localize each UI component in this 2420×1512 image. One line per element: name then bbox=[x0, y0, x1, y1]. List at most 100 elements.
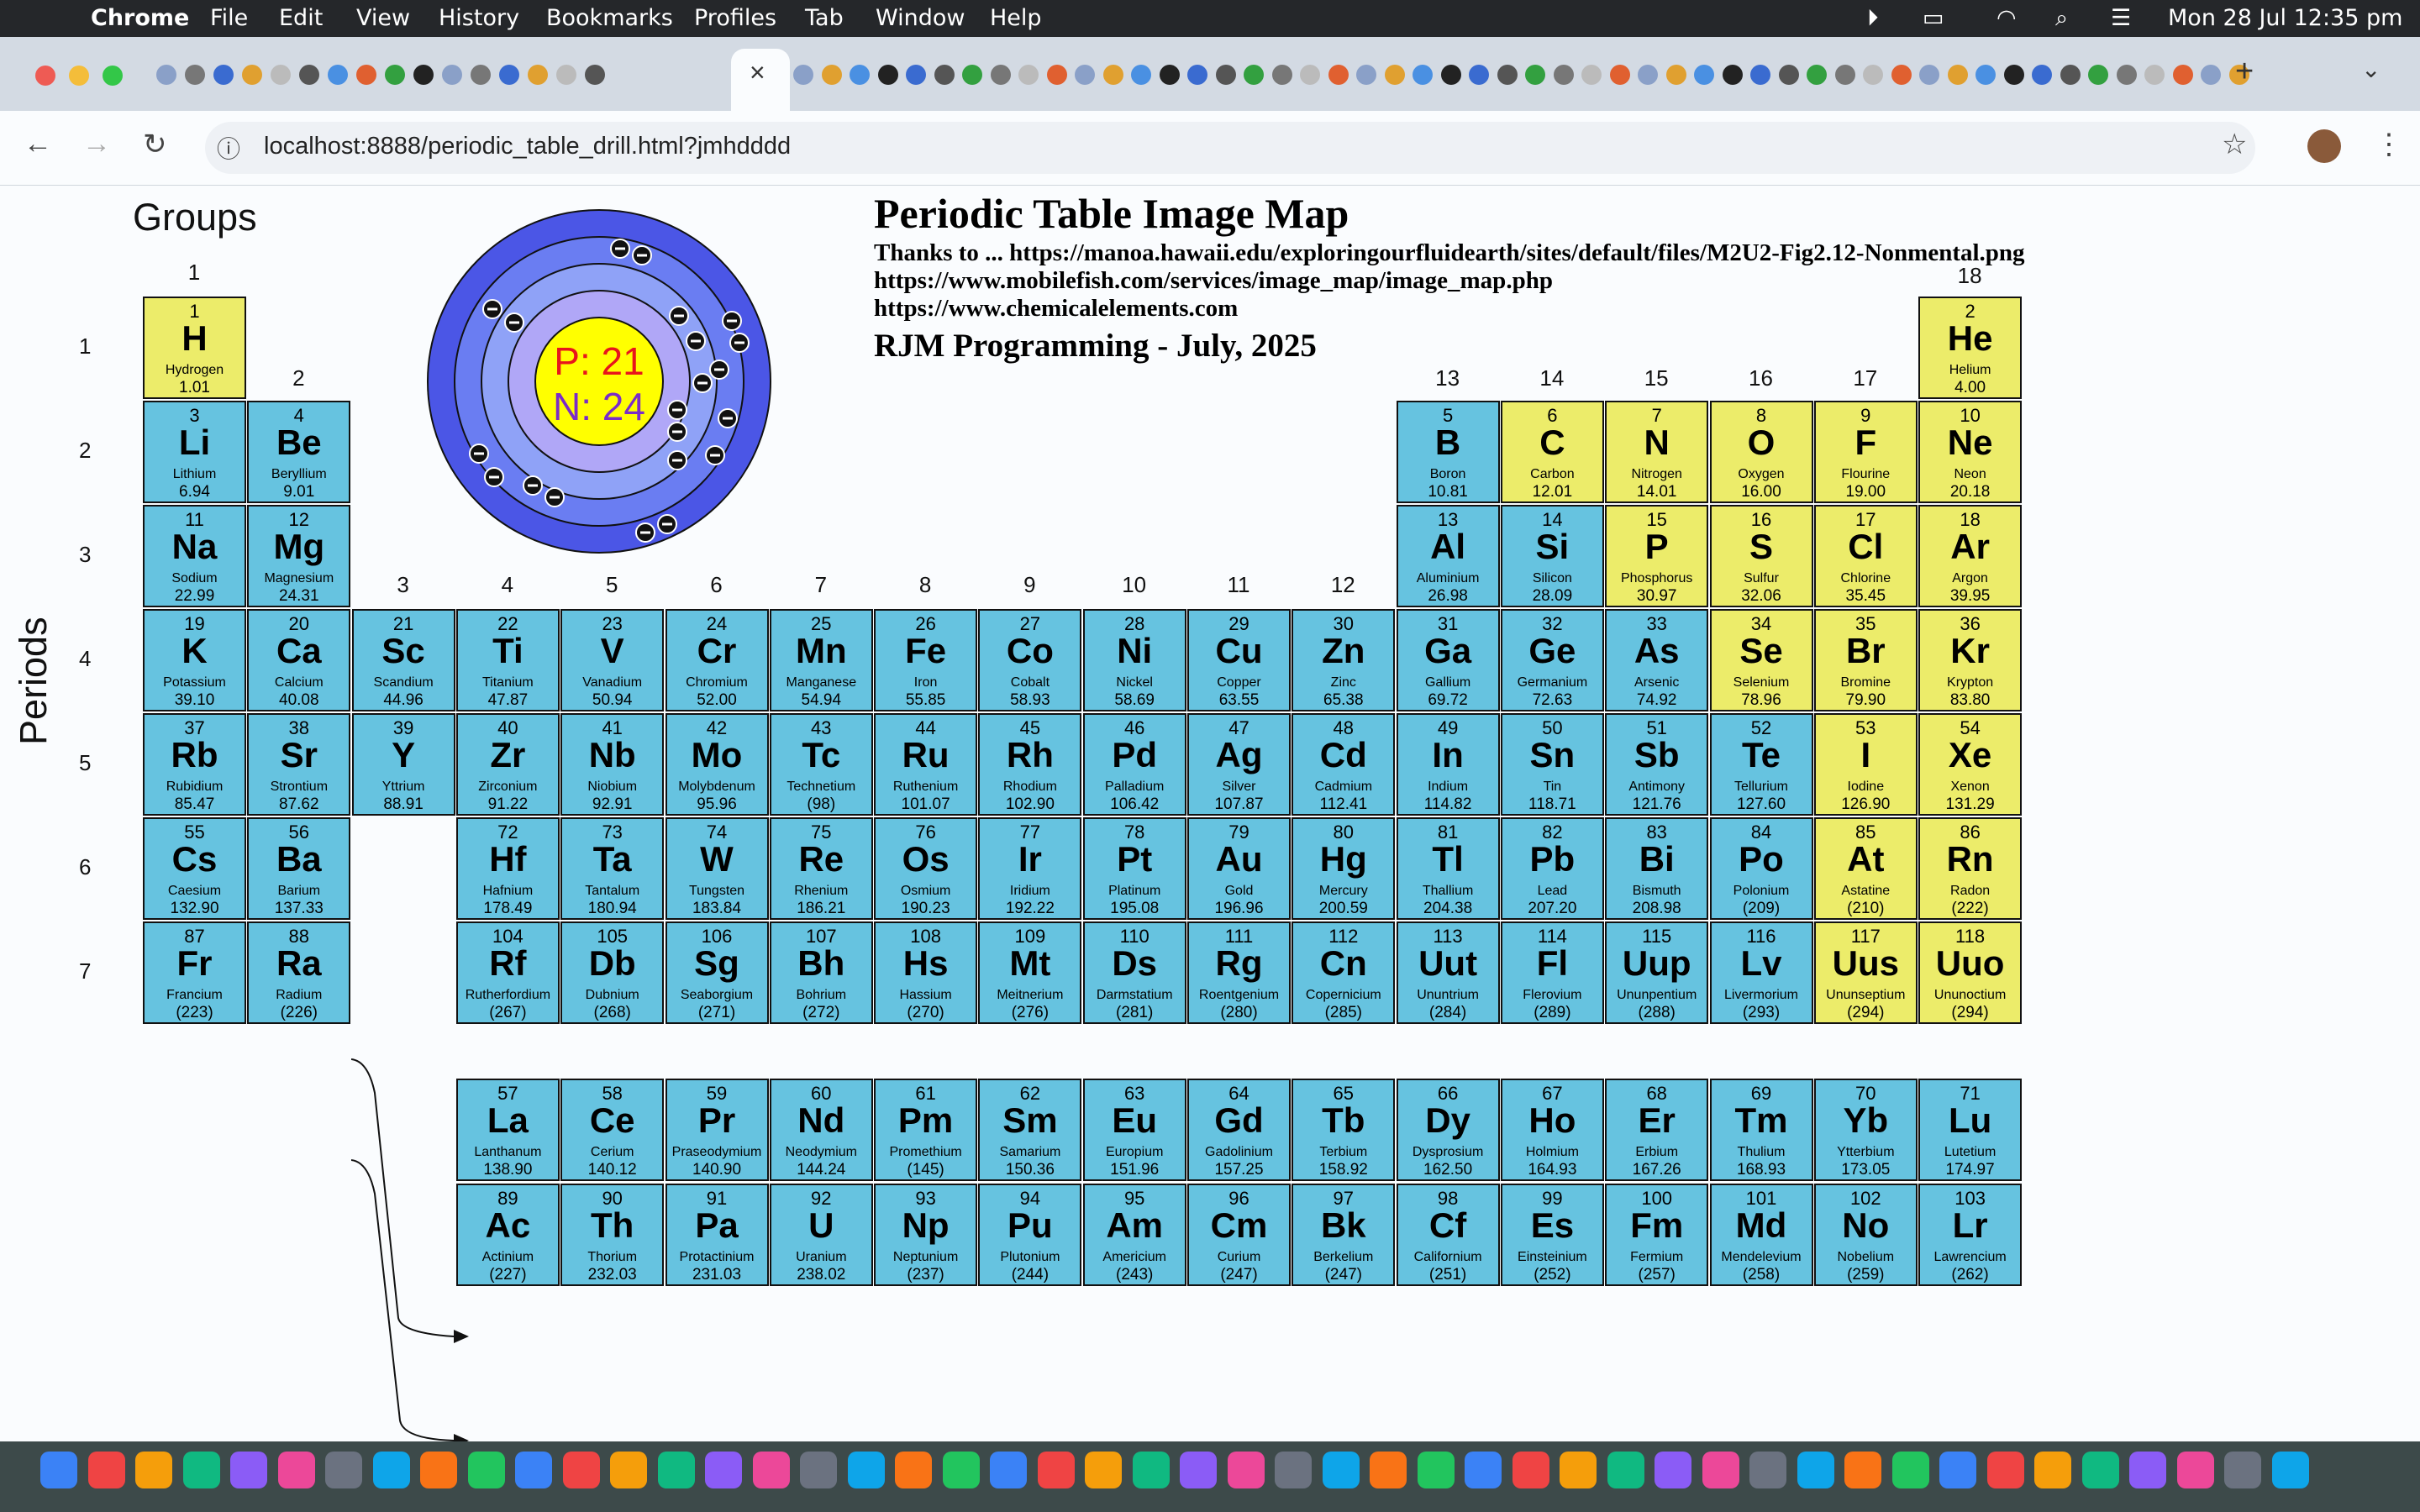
tab-favicon[interactable] bbox=[1440, 65, 1461, 85]
element-strontium[interactable]: 38 Sr Strontium 87.62 bbox=[247, 713, 351, 816]
element-cobalt[interactable]: 27 Co Cobalt 58.93 bbox=[978, 609, 1082, 711]
tab-favicon[interactable] bbox=[793, 65, 813, 85]
tab-favicon[interactable] bbox=[213, 65, 234, 85]
element-boron[interactable]: 5 B Boron 10.81 bbox=[1396, 401, 1500, 503]
tab-favicon[interactable] bbox=[1553, 65, 1574, 85]
element-copper[interactable]: 29 Cu Copper 63.55 bbox=[1187, 609, 1291, 711]
tab-favicon[interactable] bbox=[1525, 65, 1545, 85]
profile-avatar[interactable] bbox=[2307, 129, 2341, 163]
dock-app-icon[interactable] bbox=[1702, 1452, 1739, 1488]
element-rhenium[interactable]: 75 Re Rhenium 186.21 bbox=[769, 817, 873, 920]
menu-tab[interactable]: Tab bbox=[805, 5, 844, 31]
element-ununpentium[interactable]: 115 Uup Ununpentium (288) bbox=[1605, 921, 1709, 1024]
element-lanthanum[interactable]: 57 La Lanthanum 138.90 bbox=[455, 1079, 560, 1181]
dock-app-icon[interactable] bbox=[40, 1452, 77, 1488]
tab-favicon[interactable] bbox=[2172, 65, 2193, 85]
element-thallium[interactable]: 81 Tl Thallium 204.38 bbox=[1396, 817, 1500, 920]
dock-app-icon[interactable] bbox=[135, 1452, 172, 1488]
element-uranium[interactable]: 92 U Uranium 238.02 bbox=[769, 1184, 873, 1286]
element-cerium[interactable]: 58 Ce Cerium 140.12 bbox=[560, 1079, 665, 1181]
tab-favicon[interactable] bbox=[1413, 65, 1433, 85]
element-lead[interactable]: 82 Pb Lead 207.20 bbox=[1500, 817, 1604, 920]
tab-favicon[interactable] bbox=[1638, 65, 1658, 85]
tab-favicon[interactable] bbox=[1722, 65, 1743, 85]
element-aluminium[interactable]: 13 Al Aluminium 26.98 bbox=[1396, 505, 1500, 607]
tab-favicon[interactable] bbox=[906, 65, 926, 85]
element-cadmium[interactable]: 48 Cd Cadmium 112.41 bbox=[1292, 713, 1396, 816]
dock-app-icon[interactable] bbox=[515, 1452, 552, 1488]
dock-app-icon[interactable] bbox=[2224, 1452, 2261, 1488]
tab-favicon[interactable] bbox=[2088, 65, 2108, 85]
element-xenon[interactable]: 54 Xe Xenon 131.29 bbox=[1918, 713, 2023, 816]
element-iridium[interactable]: 77 Ir Iridium 192.22 bbox=[978, 817, 1082, 920]
element-germanium[interactable]: 32 Ge Germanium 72.63 bbox=[1500, 609, 1604, 711]
tab-favicon[interactable] bbox=[1328, 65, 1349, 85]
tab-favicon[interactable] bbox=[1778, 65, 1799, 85]
dock-app-icon[interactable] bbox=[1607, 1452, 1644, 1488]
element-mercury[interactable]: 80 Hg Mercury 200.59 bbox=[1292, 817, 1396, 920]
element-magnesium[interactable]: 12 Mg Magnesium 24.31 bbox=[247, 505, 351, 607]
tab-favicon[interactable] bbox=[2201, 65, 2221, 85]
tab-favicon[interactable] bbox=[962, 65, 982, 85]
element-tungsten[interactable]: 74 W Tungsten 183.84 bbox=[665, 817, 769, 920]
element-yttrium[interactable]: 39 Y Yttrium 88.91 bbox=[351, 713, 455, 816]
element-radon[interactable]: 86 Rn Radon (222) bbox=[1918, 817, 2023, 920]
tab-favicon[interactable] bbox=[2003, 65, 2024, 85]
control-center-icon[interactable]: ☰ bbox=[2111, 5, 2131, 31]
tab-favicon[interactable] bbox=[2032, 65, 2052, 85]
tab-favicon[interactable] bbox=[185, 65, 205, 85]
element-americium[interactable]: 95 Am Americium (243) bbox=[1082, 1184, 1186, 1286]
tab-favicon[interactable] bbox=[1215, 65, 1236, 85]
element-dysprosium[interactable]: 66 Dy Dysprosium 162.50 bbox=[1396, 1079, 1500, 1181]
element-arsenic[interactable]: 33 As Arsenic 74.92 bbox=[1605, 609, 1709, 711]
element-lutetium[interactable]: 71 Lu Lutetium 174.97 bbox=[1918, 1079, 2023, 1181]
tab-favicon[interactable] bbox=[850, 65, 870, 85]
element-ununoctium[interactable]: 118 Uuo Ununoctium (294) bbox=[1918, 921, 2023, 1024]
tab-favicon[interactable] bbox=[385, 65, 405, 85]
tab-favicon[interactable] bbox=[1750, 65, 1770, 85]
tab-favicon[interactable] bbox=[528, 65, 548, 85]
element-bismuth[interactable]: 83 Bi Bismuth 208.98 bbox=[1605, 817, 1709, 920]
dock-app-icon[interactable] bbox=[1986, 1452, 2024, 1488]
tab-favicon[interactable] bbox=[877, 65, 898, 85]
dock-app-icon[interactable] bbox=[752, 1452, 790, 1488]
reload-icon[interactable]: ↻ bbox=[143, 128, 167, 161]
back-icon[interactable]: ← bbox=[24, 128, 52, 160]
dock-app-icon[interactable] bbox=[1037, 1452, 1075, 1488]
element-osmium[interactable]: 76 Os Osmium 190.23 bbox=[874, 817, 978, 920]
element-europium[interactable]: 63 Eu Europium 151.96 bbox=[1082, 1079, 1186, 1181]
menu-edit[interactable]: Edit bbox=[279, 5, 323, 31]
tab-favicon[interactable] bbox=[1271, 65, 1292, 85]
element-iodine[interactable]: 53 I Iodine 126.90 bbox=[1813, 713, 1918, 816]
element-seaborgium[interactable]: 106 Sg Seaborgium (271) bbox=[665, 921, 769, 1024]
tab-favicon[interactable] bbox=[1581, 65, 1602, 85]
dock-app-icon[interactable] bbox=[990, 1452, 1027, 1488]
element-beryllium[interactable]: 4 Be Beryllium 9.01 bbox=[247, 401, 351, 503]
element-silver[interactable]: 47 Ag Silver 107.87 bbox=[1187, 713, 1291, 816]
element-gadolinium[interactable]: 64 Gd Gadolinium 157.25 bbox=[1187, 1079, 1291, 1181]
element-francium[interactable]: 87 Fr Francium (223) bbox=[143, 921, 246, 1024]
dock-app-icon[interactable] bbox=[1227, 1452, 1265, 1488]
element-rutherfordium[interactable]: 104 Rf Rutherfordium (267) bbox=[455, 921, 560, 1024]
element-caesium[interactable]: 55 Cs Caesium 132.90 bbox=[143, 817, 246, 920]
element-flerovium[interactable]: 114 Fl Flerovium (289) bbox=[1500, 921, 1604, 1024]
dock-app-icon[interactable] bbox=[1891, 1452, 1929, 1488]
dock-app-icon[interactable] bbox=[87, 1452, 125, 1488]
dock-app-icon[interactable] bbox=[467, 1452, 505, 1488]
tab-favicon[interactable] bbox=[1609, 65, 1630, 85]
element-roentgenium[interactable]: 111 Rg Roentgenium (280) bbox=[1187, 921, 1291, 1024]
tab-favicon[interactable] bbox=[1018, 65, 1039, 85]
element-thorium[interactable]: 90 Th Thorium 232.03 bbox=[560, 1184, 665, 1286]
tab-favicon[interactable] bbox=[242, 65, 262, 85]
menu-history[interactable]: History bbox=[439, 5, 519, 31]
element-bromine[interactable]: 35 Br Bromine 79.90 bbox=[1813, 609, 1918, 711]
tab-search-icon[interactable]: ⌄ bbox=[2361, 55, 2381, 83]
tab-favicon[interactable] bbox=[556, 65, 576, 85]
element-mendelevium[interactable]: 101 Md Mendelevium (258) bbox=[1709, 1184, 1813, 1286]
menu-bookmarks[interactable]: Bookmarks bbox=[546, 5, 673, 31]
element-hafnium[interactable]: 72 Hf Hafnium 178.49 bbox=[455, 817, 560, 920]
element-sodium[interactable]: 11 Na Sodium 22.99 bbox=[143, 505, 246, 607]
element-zinc[interactable]: 30 Zn Zinc 65.38 bbox=[1292, 609, 1396, 711]
element-einsteinium[interactable]: 99 Es Einsteinium (252) bbox=[1500, 1184, 1604, 1286]
element-ytterbium[interactable]: 70 Yb Ytterbium 173.05 bbox=[1813, 1079, 1918, 1181]
